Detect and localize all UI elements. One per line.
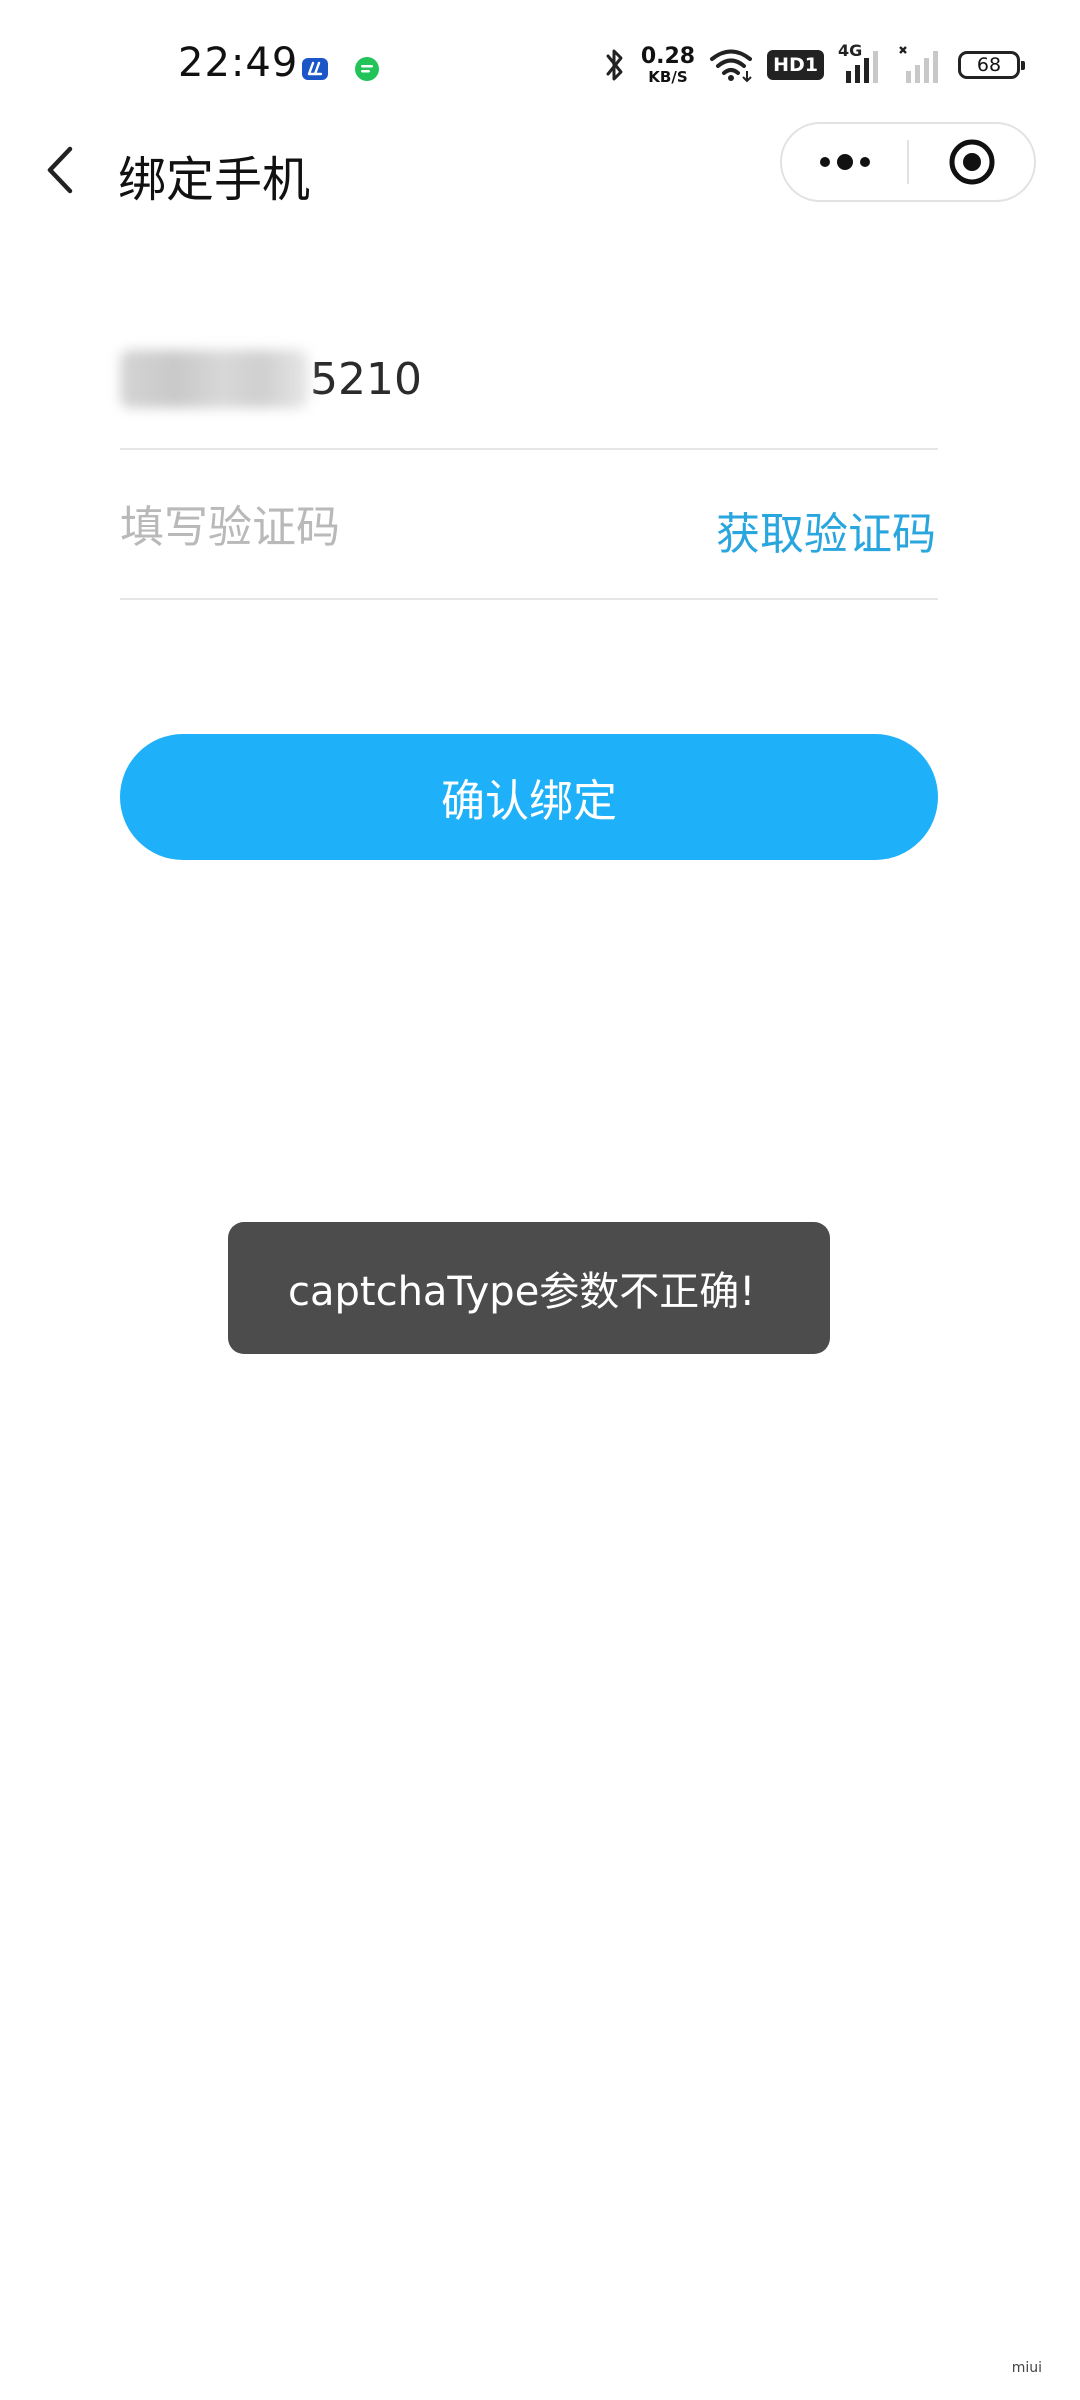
network-type-label: 4G (838, 41, 863, 60)
battery-icon: 68 (958, 51, 1025, 79)
close-miniprogram-button[interactable] (909, 124, 1034, 200)
network-speed: 0.28 KB/S (640, 43, 696, 86)
hd-voice-badge: HD1 (767, 50, 824, 80)
status-bar: 22:49 0.28 KB/S HD1 4G 68 (0, 0, 1080, 130)
signal-strength-secondary-icon (899, 46, 938, 83)
code-row: 获取验证码 (120, 450, 938, 600)
signal-strength-primary: 4G (838, 41, 884, 85)
network-speed-value: 0.28 (640, 43, 696, 69)
phone-number-suffix: 5210 (310, 353, 422, 405)
miniprogram-capsule (780, 122, 1036, 202)
wifi-icon (710, 49, 753, 83)
app-notification-icon (302, 58, 328, 80)
chevron-left-icon (47, 146, 73, 194)
phone-number-masked-area (120, 350, 308, 408)
confirm-bind-button[interactable]: 确认绑定 (120, 734, 938, 860)
message-notification-icon (355, 57, 379, 81)
corner-watermark: miui (1011, 2360, 1042, 2376)
network-speed-unit: KB/S (648, 67, 688, 86)
more-menu-button[interactable] (782, 124, 907, 200)
more-dots-icon (819, 154, 870, 170)
get-verification-code-button[interactable]: 获取验证码 (716, 498, 936, 562)
page-title: 绑定手机 (118, 152, 311, 208)
toast-message: captchaType参数不正确! (288, 1269, 756, 1315)
nav-header: 绑定手机 (0, 120, 1080, 220)
error-toast: captchaType参数不正确! (228, 1222, 830, 1354)
phone-row: 5210 (120, 300, 938, 450)
verification-code-input[interactable] (120, 492, 640, 562)
target-circle-icon (949, 139, 994, 185)
phone-number-display: 5210 (120, 350, 422, 408)
bind-phone-form: 5210 获取验证码 (120, 300, 938, 600)
status-time: 22:49 (178, 40, 299, 86)
battery-level: 68 (976, 54, 1002, 76)
bluetooth-icon (606, 49, 623, 81)
back-button[interactable] (30, 138, 90, 202)
status-indicators: 0.28 KB/S HD1 4G 68 (603, 40, 1025, 90)
